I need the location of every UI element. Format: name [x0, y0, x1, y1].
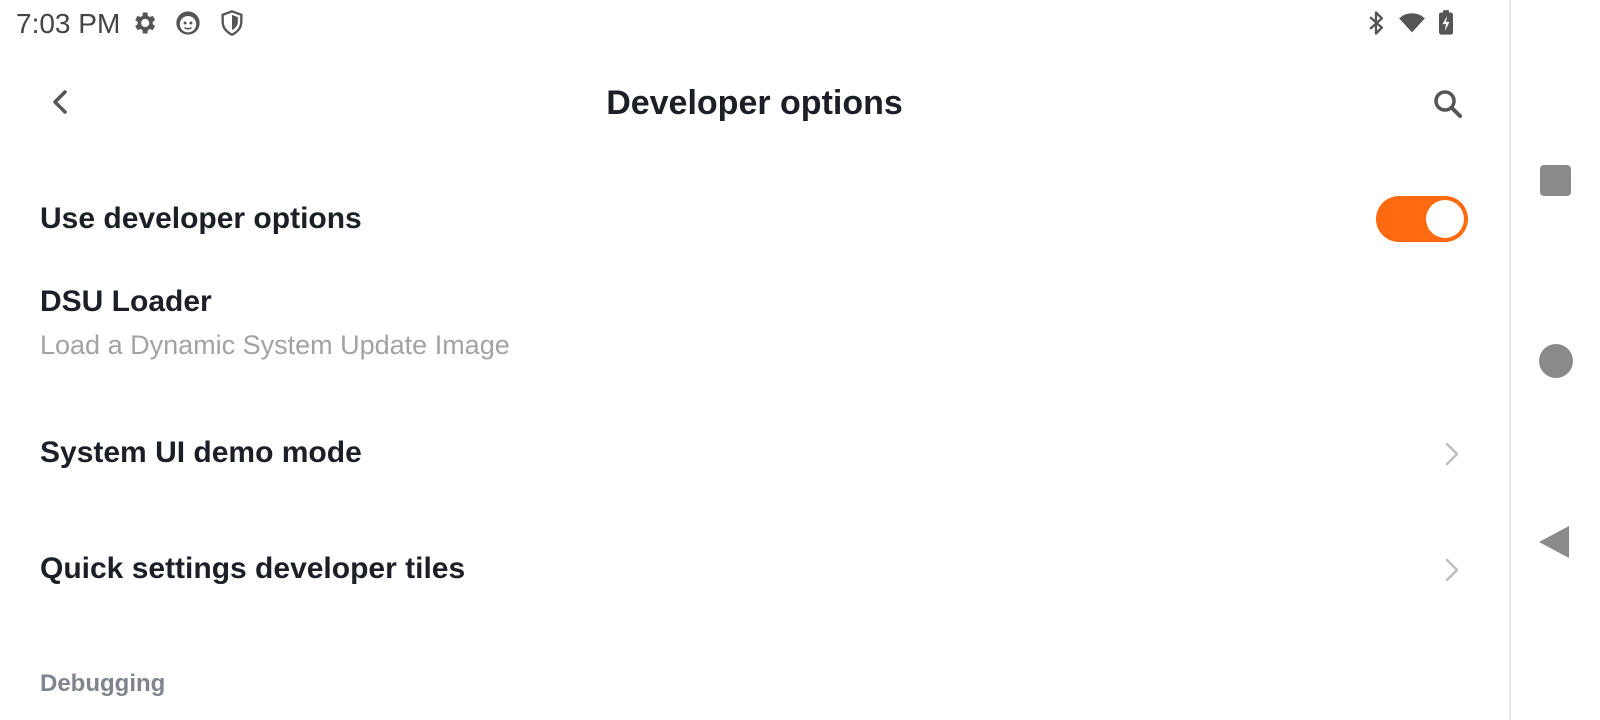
search-icon[interactable] [1430, 86, 1466, 122]
section-header-debugging: Debugging [40, 670, 166, 697]
quick-settings-tiles-label: Quick settings developer tiles [40, 552, 466, 585]
dsu-loader-summary: Load a Dynamic System Update Image [40, 330, 510, 360]
back-button[interactable] [1537, 524, 1573, 560]
use-developer-options-toggle[interactable] [1376, 196, 1468, 242]
gear-icon [135, 12, 156, 34]
battery-charging-icon [1439, 10, 1453, 35]
bluetooth-icon [1369, 11, 1383, 35]
page-title: Developer options [606, 84, 903, 122]
dsu-loader-row[interactable] [0, 268, 1509, 378]
home-button[interactable] [1539, 344, 1573, 378]
cat-face-icon [176, 11, 200, 35]
chevron-right-icon [1445, 558, 1459, 582]
settings-screen: 7:03 PM Developer options Use developer … [0, 0, 1509, 720]
use-developer-options-label: Use developer options [40, 202, 362, 235]
status-time: 7:03 PM [16, 8, 121, 39]
wifi-icon [1399, 13, 1425, 33]
toggle-knob [1426, 200, 1464, 238]
shield-icon [221, 10, 243, 36]
system-ui-demo-mode-label: System UI demo mode [40, 436, 362, 469]
recents-button[interactable] [1540, 165, 1571, 196]
chevron-right-icon [1445, 442, 1459, 466]
dsu-loader-label: DSU Loader [40, 285, 212, 318]
